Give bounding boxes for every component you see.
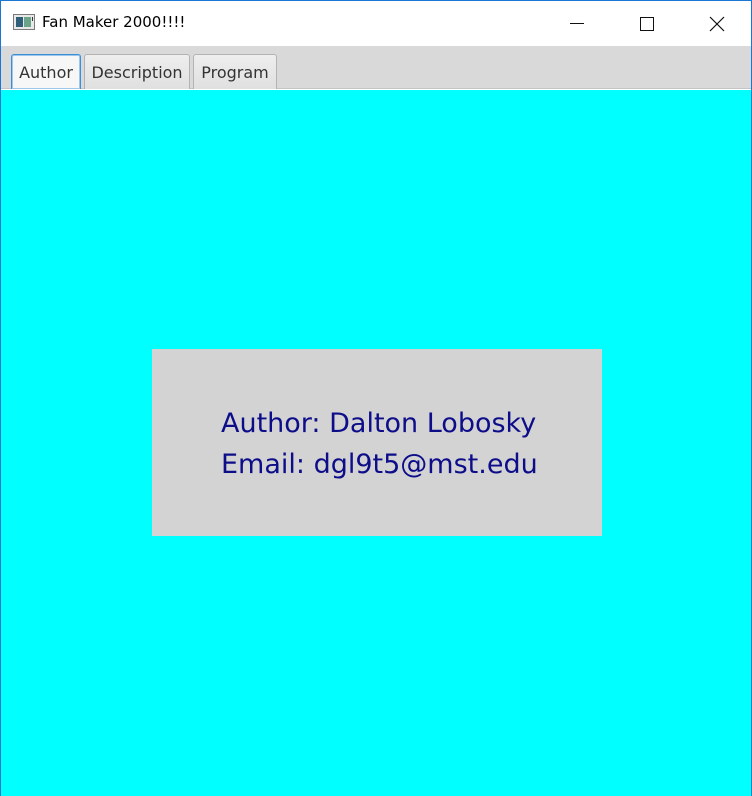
tab-author[interactable]: Author — [11, 54, 81, 89]
maximize-button[interactable] — [612, 1, 682, 46]
app-window: Fan Maker 2000!!!! Author Description Pr… — [0, 0, 752, 796]
tab-program[interactable]: Program — [193, 54, 277, 89]
author-info-panel: Author: Dalton Lobosky Email: dgl9t5@mst… — [152, 349, 602, 536]
window-title: Fan Maker 2000!!!! — [42, 13, 186, 31]
author-tab-content: Author: Dalton Lobosky Email: dgl9t5@mst… — [1, 90, 751, 796]
minimize-button[interactable] — [542, 1, 612, 46]
author-name-text: Author: Dalton Lobosky — [221, 408, 537, 439]
maximize-icon — [640, 16, 654, 31]
tab-bar: Author Description Program — [1, 46, 751, 89]
minimize-icon — [570, 23, 584, 24]
tab-description[interactable]: Description — [84, 54, 190, 89]
title-bar[interactable]: Fan Maker 2000!!!! — [1, 1, 751, 46]
app-window-icon[interactable] — [13, 14, 35, 30]
author-email-text: Email: dgl9t5@mst.edu — [221, 449, 538, 480]
close-button[interactable] — [682, 1, 752, 46]
close-icon — [709, 16, 725, 31]
